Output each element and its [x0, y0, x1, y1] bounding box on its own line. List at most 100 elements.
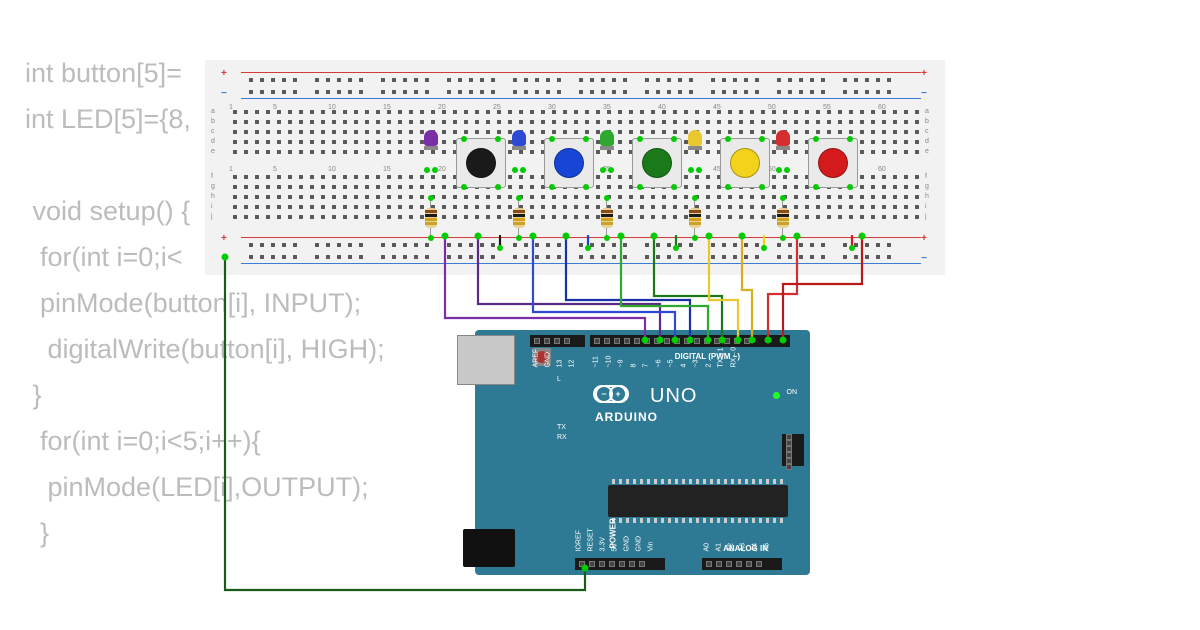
power-pin-label: RESET [588, 528, 595, 551]
column-number: 60 [878, 166, 886, 173]
led-led-green[interactable] [600, 130, 614, 160]
row-letter: h [925, 193, 929, 200]
code-line: pinMode(button[i], INPUT); [25, 288, 361, 318]
digital-pin-label: RX←0 [730, 347, 737, 368]
digital-pin-label: ~10 [605, 356, 612, 368]
row-letter: a [925, 108, 929, 115]
power-pin-label: IOREF [576, 530, 583, 551]
column-number: 15 [383, 104, 391, 111]
push-button-btn-yellow[interactable] [720, 138, 770, 188]
resistor[interactable] [601, 198, 613, 238]
digital-pin-label: ~11 [593, 356, 600, 367]
code-line: } [25, 380, 42, 410]
rail-plus-icon: + [921, 68, 927, 79]
code-line: } [25, 518, 49, 548]
rx-indicator-label: RX [557, 434, 567, 441]
led-led-yellow[interactable] [688, 130, 702, 160]
resistor[interactable] [513, 198, 525, 238]
led-led-red[interactable] [776, 130, 790, 160]
rail-minus-icon: − [221, 253, 227, 264]
analog-pin-label: A2 [728, 543, 735, 552]
analog-pin-label: A3 [740, 543, 747, 552]
rail-minus-icon: − [921, 88, 927, 99]
row-letter: f [925, 173, 927, 180]
digital-pin-label: 8 [630, 364, 637, 368]
header-analog[interactable] [702, 558, 782, 570]
row-letter: c [925, 128, 929, 135]
header-icsp[interactable] [782, 434, 804, 466]
power-pin-label: GND [624, 536, 631, 552]
model-label: UNO [650, 385, 697, 408]
led-led-blue[interactable] [512, 130, 526, 160]
header-digital-right[interactable] [590, 335, 790, 347]
column-number: 20 [438, 166, 446, 173]
resistor[interactable] [425, 198, 437, 238]
column-number: 45 [713, 104, 721, 111]
digital-pin-label: AREF [533, 349, 540, 368]
power-pin-label: GND [636, 536, 643, 552]
l-indicator-label: L [557, 376, 561, 383]
code-line: void setup() { [25, 196, 190, 226]
row-letter: i [211, 203, 213, 210]
led-led-purple[interactable] [424, 130, 438, 160]
column-number: 1 [229, 166, 233, 173]
power-pin-label: 5V [612, 543, 619, 552]
analog-pin-label: A5 [764, 543, 771, 552]
digital-pin-label: 13 [557, 360, 564, 368]
column-number: 10 [328, 104, 336, 111]
code-line: int button[5]= [25, 58, 182, 88]
analog-pin-label: A4 [752, 543, 759, 552]
row-letter: e [211, 148, 215, 155]
row-letter: e [925, 148, 929, 155]
row-letter: d [211, 138, 215, 145]
column-number: 15 [383, 166, 391, 173]
column-number: 60 [878, 104, 886, 111]
row-letter: h [211, 193, 215, 200]
brand-label: ARDUINO [595, 410, 658, 424]
push-button-btn-green[interactable] [632, 138, 682, 188]
column-number: 20 [438, 104, 446, 111]
row-letter: j [925, 213, 927, 220]
analog-pin-label: A0 [704, 543, 711, 552]
digital-pin-label: TX→1 [718, 348, 725, 368]
tx-indicator-label: TX [557, 424, 566, 431]
row-letter: f [211, 173, 213, 180]
row-letter: g [211, 183, 215, 190]
column-number: 5 [273, 166, 277, 173]
atmega-chip-icon [608, 485, 788, 517]
push-button-btn-blue[interactable] [544, 138, 594, 188]
rail-minus-icon: − [221, 88, 227, 99]
row-letter: b [211, 118, 215, 125]
breadboard-rail-bottom: + − + − [219, 235, 929, 267]
push-button-btn-black[interactable] [456, 138, 506, 188]
digital-pin-label: 4 [680, 364, 687, 368]
analog-pin-label: A1 [716, 543, 723, 552]
power-jack-icon [463, 529, 515, 567]
digital-pin-label: ~9 [618, 360, 625, 368]
rail-plus-icon: + [221, 68, 227, 79]
header-power[interactable] [575, 558, 665, 570]
usb-port-icon [457, 335, 515, 385]
column-number: 1 [229, 104, 233, 111]
power-pin-label: 3.3V [600, 537, 607, 551]
column-number: 10 [328, 166, 336, 173]
push-button-btn-red[interactable] [808, 138, 858, 188]
digital-pin-label: ~3 [693, 360, 700, 368]
arduino-logo-icon: −+ [593, 385, 629, 403]
row-letter: j [211, 213, 213, 220]
column-number: 25 [493, 104, 501, 111]
code-line: for(int i=0;i<5;i++){ [25, 426, 261, 456]
row-letter: g [925, 183, 929, 190]
header-digital-left[interactable] [530, 335, 585, 347]
digital-pin-label: 2 [705, 364, 712, 368]
on-label: ON [787, 389, 798, 396]
column-number: 30 [548, 104, 556, 111]
arduino-uno-board[interactable]: DIGITAL (PWM ~) POWER ANALOG IN −+ UNO A… [475, 330, 810, 575]
column-number: 40 [658, 104, 666, 111]
column-number: 35 [603, 104, 611, 111]
column-number: 55 [823, 104, 831, 111]
resistor[interactable] [689, 198, 701, 238]
code-line: for(int i=0;i< [25, 242, 183, 272]
code-line: digitalWrite(button[i], HIGH); [25, 334, 385, 364]
resistor[interactable] [777, 198, 789, 238]
